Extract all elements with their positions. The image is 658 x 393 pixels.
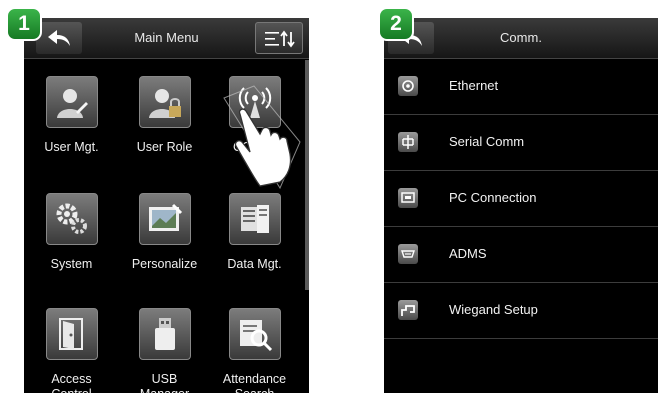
list-item-label: ADMS bbox=[449, 246, 487, 261]
tile-attendance-search[interactable]: Attendance Search bbox=[207, 308, 302, 393]
list-item-label: Ethernet bbox=[449, 78, 499, 93]
step-badge-2: 2 bbox=[378, 7, 414, 41]
tile-usb-manager[interactable]: USB Manager bbox=[117, 308, 212, 393]
list-item-ethernet[interactable]: Ethernet bbox=[384, 59, 658, 115]
pc-connection-icon bbox=[398, 188, 418, 208]
data-mgt-icon bbox=[228, 193, 281, 245]
tile-access-control[interactable]: Access Control bbox=[24, 308, 119, 393]
main-menu-title-bar: Main Menu bbox=[24, 18, 309, 59]
comm-title-bar: Comm. bbox=[384, 18, 658, 59]
access-control-door-icon bbox=[45, 308, 98, 360]
list-item-adms[interactable]: ADMS bbox=[384, 227, 658, 283]
scrollbar[interactable] bbox=[305, 60, 309, 290]
system-gears-icon bbox=[45, 193, 98, 245]
sort-icon bbox=[265, 30, 295, 48]
wiegand-icon bbox=[398, 300, 418, 320]
tile-label: Data Mgt. bbox=[227, 257, 282, 271]
tile-label: Attendance Search bbox=[222, 372, 287, 393]
tile-user-mgt[interactable]: User Mgt. bbox=[24, 76, 119, 155]
sort-button[interactable] bbox=[255, 22, 303, 54]
tap-hand-icon bbox=[223, 85, 301, 190]
list-item-pc-connection[interactable]: PC Connection bbox=[384, 171, 658, 227]
tile-user-role[interactable]: User Role bbox=[117, 76, 212, 155]
user-role-icon bbox=[138, 76, 191, 128]
attendance-search-icon bbox=[228, 308, 281, 360]
list-item-label: Wiegand Setup bbox=[449, 302, 538, 317]
usb-icon bbox=[138, 308, 191, 360]
tile-label: Access Control bbox=[51, 372, 92, 393]
tile-personalize[interactable]: Personalize bbox=[117, 193, 212, 272]
tile-label: System bbox=[50, 257, 93, 271]
adms-icon bbox=[398, 244, 418, 264]
tile-label: User Mgt. bbox=[44, 140, 99, 154]
tile-label: Personalize bbox=[131, 257, 198, 271]
ethernet-icon bbox=[398, 76, 418, 96]
page-title: Comm. bbox=[500, 30, 542, 45]
personalize-icon bbox=[138, 193, 191, 245]
tile-data-mgt[interactable]: Data Mgt. bbox=[207, 193, 302, 272]
list-item-serial-comm[interactable]: Serial Comm bbox=[384, 115, 658, 171]
list-item-label: PC Connection bbox=[449, 190, 537, 205]
comm-screen: Comm. Ethernet Serial Comm PC Connection… bbox=[384, 18, 658, 393]
list-item-wiegand-setup[interactable]: Wiegand Setup bbox=[384, 283, 658, 339]
step-badge-1: 1 bbox=[6, 7, 42, 41]
serial-comm-icon bbox=[398, 132, 418, 152]
main-menu-screen: Main Menu User Mgt. User Role System Per… bbox=[24, 18, 309, 393]
list-item-label: Serial Comm bbox=[449, 134, 525, 149]
tile-label: USB Manager bbox=[140, 372, 189, 393]
tile-label: User Role bbox=[136, 140, 193, 154]
user-mgt-icon bbox=[45, 76, 98, 128]
tile-system[interactable]: System bbox=[24, 193, 119, 272]
